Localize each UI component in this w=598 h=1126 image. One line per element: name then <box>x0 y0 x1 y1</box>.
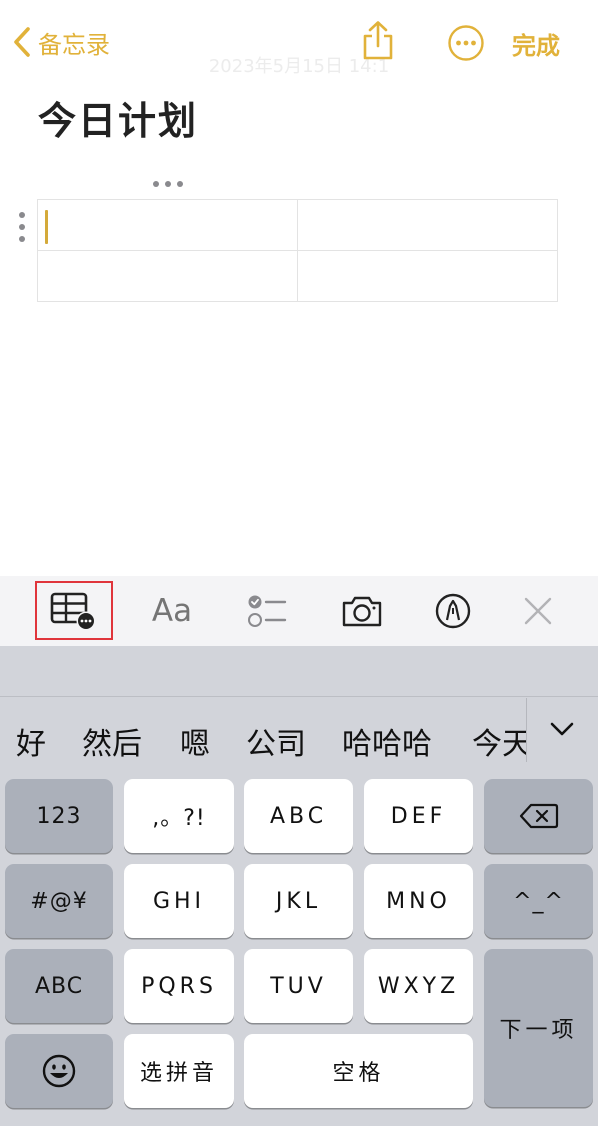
abc-key-label: ABC <box>269 803 328 829</box>
pqrs-key-label: PQRS <box>141 973 217 999</box>
note-date: 2023年5月15日 14:1 <box>208 56 390 77</box>
table-options-icon <box>50 592 96 630</box>
delete-key[interactable] <box>484 779 593 853</box>
keyboard: 好 然后 嗯 公司 哈哈哈 今天 123 ,。?! ABC DEF #@¥ GH… <box>0 646 598 1126</box>
markup-button[interactable] <box>425 576 481 646</box>
note-title[interactable]: 今日计划 <box>38 90 198 145</box>
suggestion-item[interactable]: 今天 <box>472 719 526 763</box>
ellipsis-horizontal-icon <box>153 181 183 187</box>
checklist-button[interactable] <box>240 576 295 646</box>
numbers-key[interactable]: 123 <box>5 779 113 853</box>
abc-switch-key[interactable]: ABC <box>5 949 113 1023</box>
table-cell[interactable] <box>37 199 298 251</box>
space-key-label: 空格 <box>332 1061 385 1086</box>
suggestion-bar: 好 然后 嗯 公司 哈哈哈 今天 <box>0 706 526 766</box>
wxyz-key[interactable]: WXYZ <box>364 949 473 1023</box>
suggestion-item[interactable]: 好 <box>16 719 46 763</box>
emoticon-key[interactable]: ^_^ <box>484 864 593 938</box>
tuv-key[interactable]: TUV <box>244 949 353 1023</box>
ellipsis-circle-icon <box>448 25 484 61</box>
camera-button[interactable] <box>334 576 389 646</box>
suggestion-item[interactable]: 然后 <box>82 719 142 763</box>
mno-key[interactable]: MNO <box>364 864 473 938</box>
next-key-label: 下一项 <box>499 1018 578 1043</box>
def-key-label: DEF <box>390 803 447 829</box>
symbols-key-label: #@¥ <box>30 888 88 914</box>
chevron-down-icon <box>550 722 574 736</box>
wxyz-key-label: WXYZ <box>377 973 460 999</box>
text-style-label: Aa <box>151 593 193 629</box>
select-pinyin-key-label: 选拼音 <box>139 1061 218 1086</box>
column-handle[interactable] <box>150 176 186 192</box>
camera-icon <box>342 596 381 627</box>
table-cell[interactable] <box>297 250 558 302</box>
markup-pen-icon <box>435 593 471 629</box>
table-options-button[interactable] <box>35 581 113 640</box>
table-row <box>37 199 558 251</box>
abc-key[interactable]: ABC <box>244 779 353 853</box>
table-row <box>37 250 558 302</box>
suggestion-item[interactable]: 哈哈哈 <box>342 719 432 763</box>
ghi-key-label: GHI <box>152 888 206 914</box>
abc-switch-key-label: ABC <box>34 973 84 999</box>
select-pinyin-key[interactable]: 选拼音 <box>124 1034 234 1108</box>
row-handle[interactable] <box>16 210 28 244</box>
delete-backspace-icon <box>519 803 558 829</box>
jkl-key[interactable]: JKL <box>244 864 353 938</box>
close-toolbar-button[interactable] <box>512 576 564 646</box>
ellipsis-vertical-icon <box>19 212 25 242</box>
suggestion-item[interactable]: 公司 <box>246 719 306 763</box>
formatting-toolbar: Aa <box>0 576 598 646</box>
share-button[interactable] <box>360 20 396 62</box>
def-key[interactable]: DEF <box>364 779 473 853</box>
suggestion-divider <box>526 698 527 762</box>
suggestion-item[interactable]: 嗯 <box>180 719 210 763</box>
table-cell[interactable] <box>37 250 298 302</box>
jkl-key-label: JKL <box>275 888 322 914</box>
punctuation-key-label: ,。?! <box>152 806 206 831</box>
more-options-button[interactable] <box>447 24 485 62</box>
share-icon <box>363 21 393 60</box>
text-style-button[interactable]: Aa <box>142 576 202 646</box>
punctuation-key[interactable]: ,。?! <box>124 779 234 853</box>
mno-key-label: MNO <box>386 888 451 914</box>
text-cursor <box>45 210 48 244</box>
tuv-key-label: TUV <box>270 973 327 999</box>
symbols-key[interactable]: #@¥ <box>5 864 113 938</box>
checklist-icon <box>247 595 286 627</box>
emoji-face-icon <box>42 1054 76 1088</box>
suggestion-bar-divider <box>0 696 598 697</box>
emoji-key[interactable] <box>5 1034 113 1108</box>
close-icon <box>524 597 552 625</box>
next-key[interactable]: 下一项 <box>484 949 593 1107</box>
table-cell[interactable] <box>297 199 558 251</box>
pqrs-key[interactable]: PQRS <box>124 949 234 1023</box>
ghi-key[interactable]: GHI <box>124 864 234 938</box>
numbers-key-label: 123 <box>36 803 82 829</box>
done-button[interactable]: 完成 <box>512 26 560 61</box>
note-table <box>37 199 558 302</box>
expand-suggestions-button[interactable] <box>540 712 584 748</box>
space-key[interactable]: 空格 <box>244 1034 473 1108</box>
emoticon-key-label: ^_^ <box>513 888 564 914</box>
